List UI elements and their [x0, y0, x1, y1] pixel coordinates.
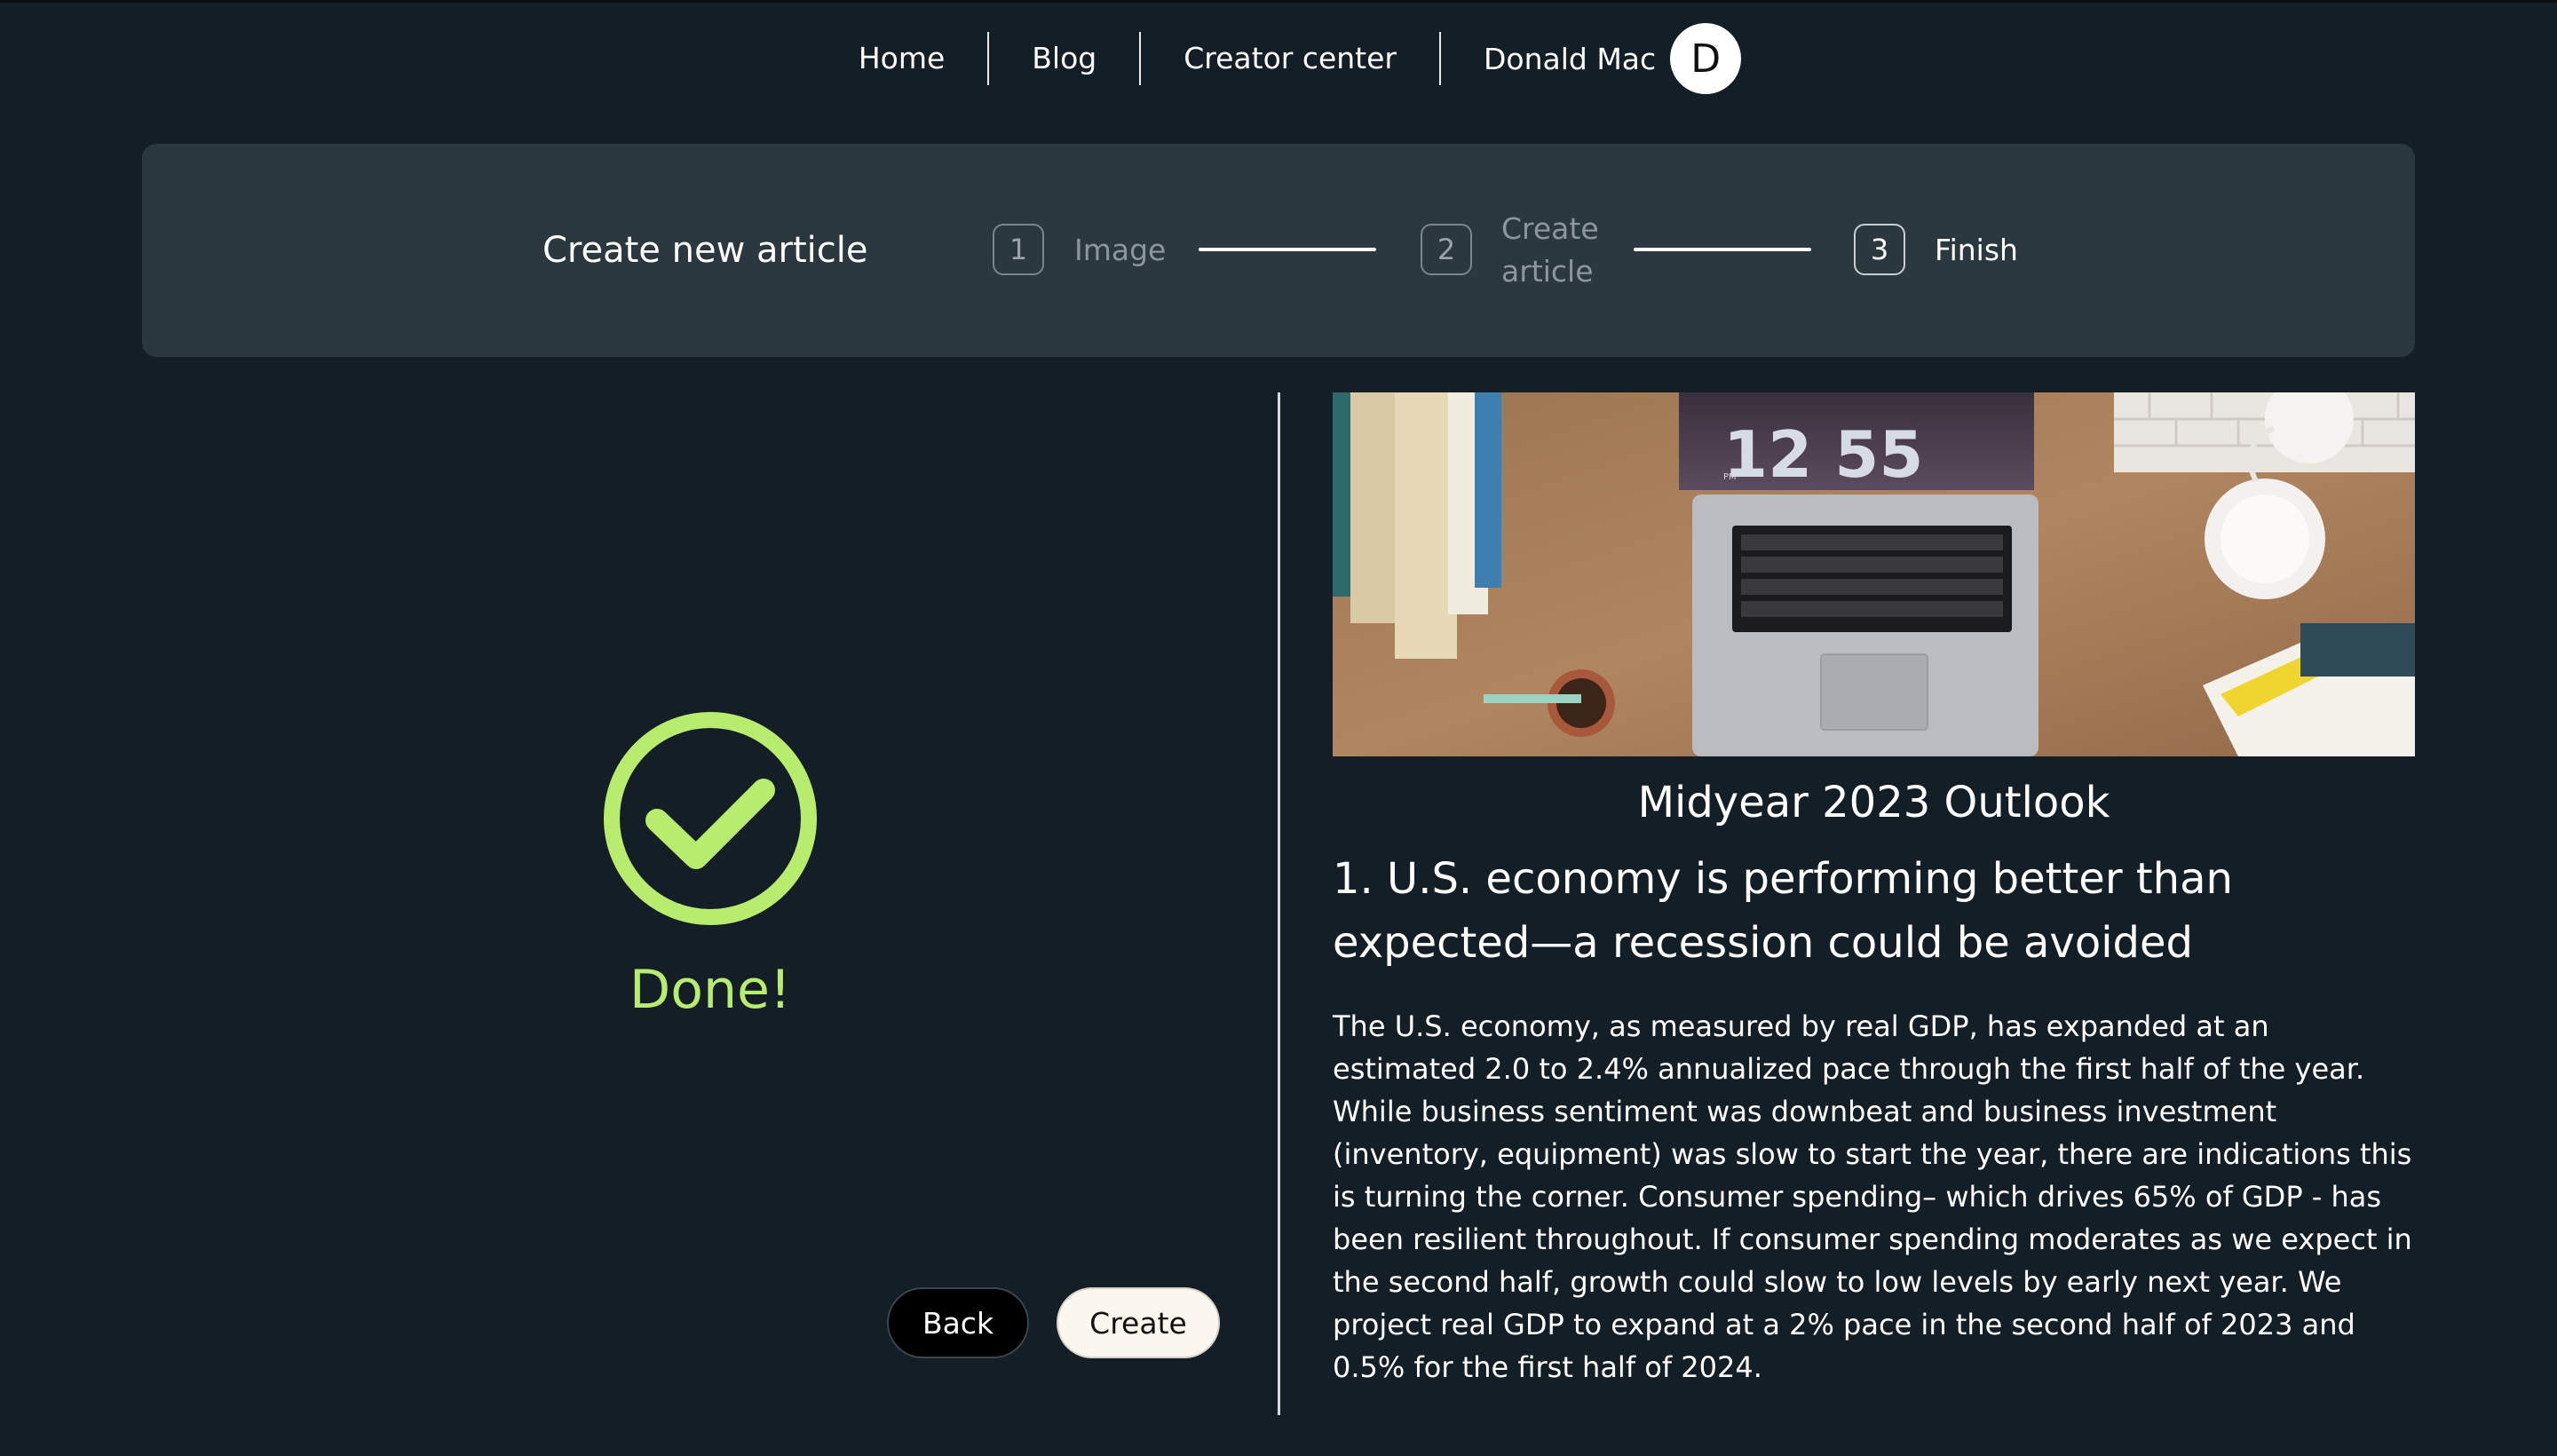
done-message: Done!: [629, 959, 791, 1021]
stepper-title: Create new article: [542, 230, 868, 271]
step-connector: [1199, 248, 1376, 251]
user-menu[interactable]: Donald Mac D: [1441, 23, 1742, 94]
check-circle-icon: [602, 710, 819, 927]
article-heading: 1. U.S. economy is performing better tha…: [1333, 854, 2233, 968]
nav-creator-center-link[interactable]: Creator center: [1141, 28, 1439, 90]
stepper-panel: Create new article 1 Image 2 Create arti…: [142, 144, 2415, 357]
avatar[interactable]: D: [1670, 23, 1742, 94]
laptop-clock-period: PM: [1723, 472, 1737, 482]
step-3-number: 3: [1854, 224, 1905, 275]
step-1-label: Image: [1074, 233, 1167, 267]
step-2-number: 2: [1421, 224, 1472, 275]
step-2-label: Create article: [1501, 208, 1599, 293]
step-2-label-line-2: article: [1501, 254, 1594, 289]
nav-blog-link[interactable]: Blog: [989, 28, 1139, 90]
step-2-label-line-1: Create: [1501, 211, 1599, 246]
top-navigation: Home Blog Creator center Donald Mac D: [0, 0, 2557, 115]
article-body: The U.S. economy, as measured by real GD…: [1333, 1009, 2412, 1384]
user-name: Donald Mac: [1483, 41, 1657, 76]
step-3-label: Finish: [1935, 233, 2018, 267]
vertical-divider: [1278, 392, 1280, 1415]
nav-row: Home Blog Creator center Donald Mac D: [0, 23, 2557, 94]
step-connector: [1634, 248, 1811, 251]
nav-home-link[interactable]: Home: [816, 28, 987, 90]
back-button[interactable]: Back: [887, 1287, 1029, 1358]
article-preview: 12 55 PM Midyear 2023 Outlook 1. U.S. ec…: [1333, 392, 2415, 1389]
article-title: Midyear 2023 Outlook: [1637, 778, 2110, 827]
create-button[interactable]: Create: [1057, 1287, 1220, 1358]
article-cover-image: 12 55 PM: [1333, 392, 2415, 756]
laptop-clock-text: 12 55: [1723, 417, 1923, 492]
step-1-number: 1: [993, 224, 1044, 275]
